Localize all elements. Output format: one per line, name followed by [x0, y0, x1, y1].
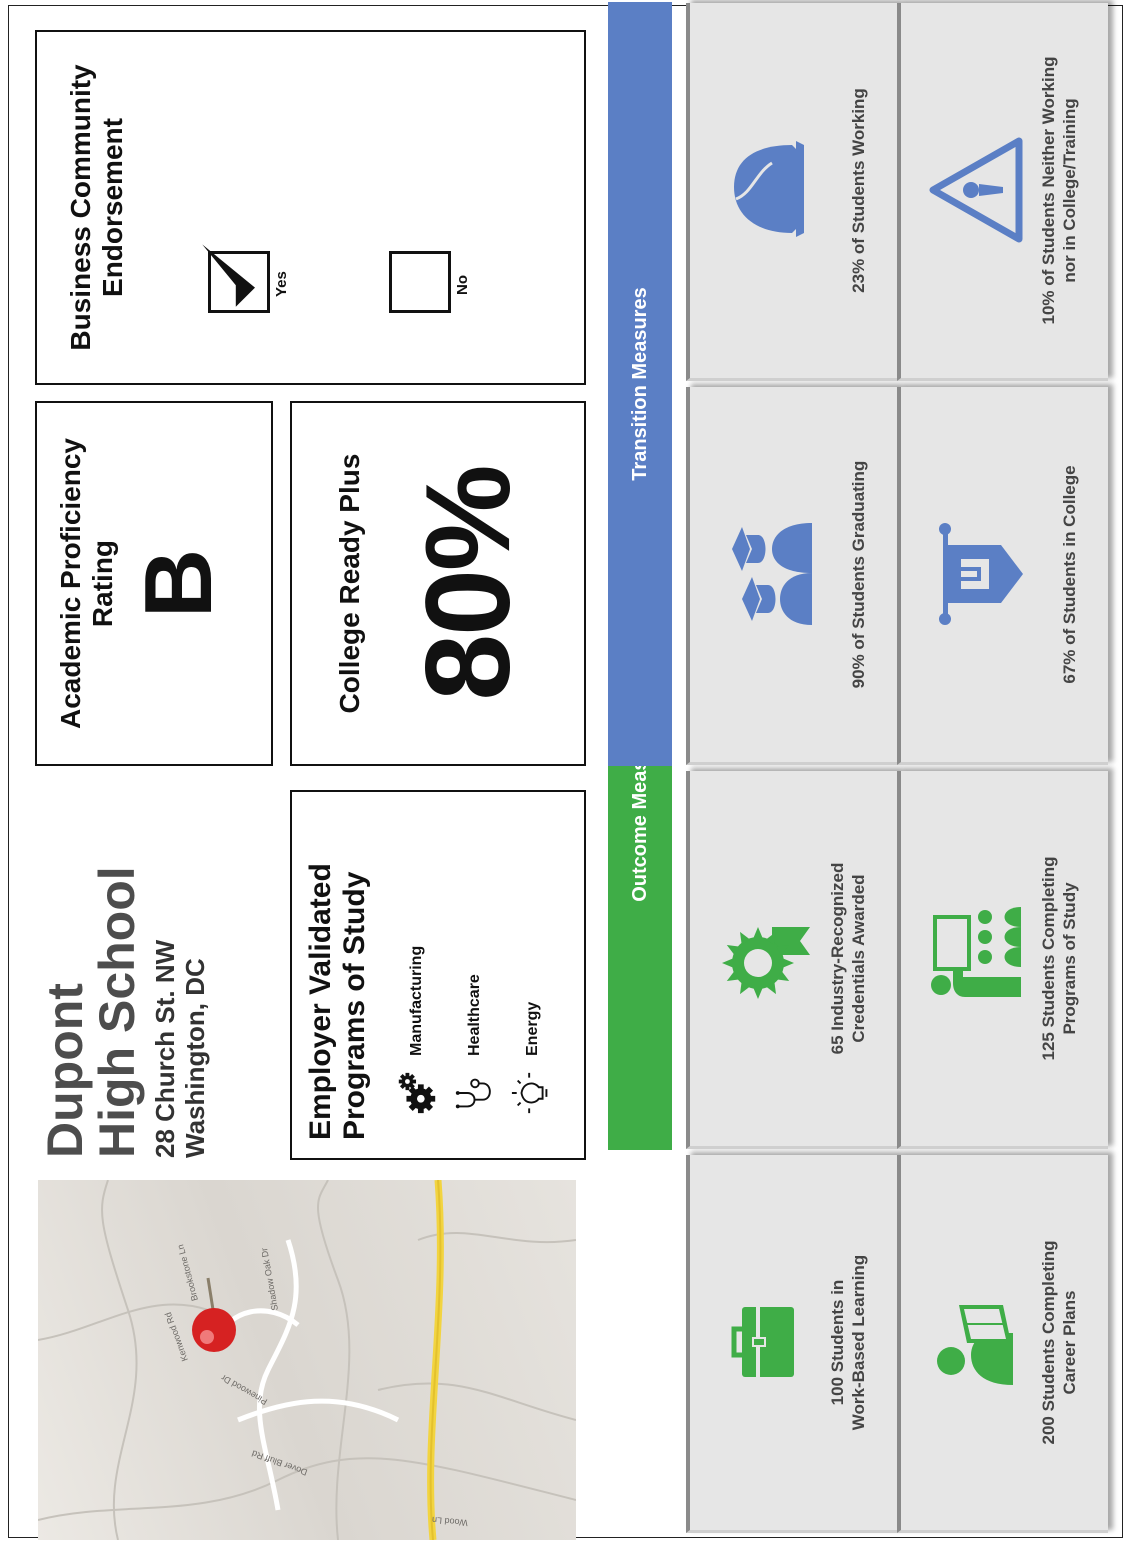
tile-label: 200 Students Completing Career Plans — [1038, 1163, 1080, 1522]
transition-tile-graduating: 90% of Students Graduating — [686, 387, 897, 765]
tile-label-line1: 125 Students Completing — [1039, 856, 1058, 1061]
hard-hat-icon — [734, 141, 804, 238]
tile-label: 23% of Students Working — [848, 11, 869, 370]
tile-label-line1: 67% of Students in College — [1060, 465, 1079, 684]
briefcase-icon — [731, 1307, 794, 1378]
map-street-label: Kenwood Rd — [163, 1311, 190, 1363]
school-location-map[interactable]: Dover Bluff Rd Pinewood Dr Brookstone Ln… — [38, 1180, 576, 1540]
tile-label: 100 Students in Work-Based Learning — [827, 1163, 869, 1522]
award-ribbon-icon — [722, 927, 810, 1000]
academic-rating-value: B — [125, 548, 232, 619]
academic-proficiency-box: Academic Proficiency Rating B — [35, 401, 273, 766]
classroom-icon — [931, 907, 1021, 998]
endorsement-yes-label: Yes — [273, 271, 290, 297]
program-item-energy: Energy — [508, 792, 558, 1116]
tile-label-line2: Career Plans — [1060, 1290, 1079, 1395]
school-address-line1: 28 Church St. NW — [150, 939, 180, 1158]
school-address-line2: Washington, DC — [180, 958, 210, 1158]
program-item-healthcare: Healthcare — [450, 792, 500, 1116]
outcome-tile-work-based-learning: 100 Students in Work-Based Learning — [686, 1155, 897, 1533]
college-banner-icon — [939, 523, 1023, 626]
tile-label: 10% of Students Neither Working nor in C… — [1038, 11, 1080, 370]
tile-label-line1: 200 Students Completing — [1039, 1240, 1058, 1445]
endorsement-no-label: No — [454, 275, 471, 295]
endorsement-title-line1: Business Community — [65, 64, 96, 351]
gears-icon — [398, 1072, 436, 1114]
tile-label-line1: 23% of Students Working — [849, 88, 868, 293]
business-endorsement-box: Business Community Endorsement Yes No — [35, 30, 586, 385]
tile-label-line2: Programs of Study — [1060, 882, 1079, 1035]
checkmark-icon — [202, 244, 255, 307]
academic-title-line1: Academic Proficiency — [55, 437, 86, 730]
programs-title-line2: Programs of Study — [338, 871, 371, 1140]
transition-tile-working: 23% of Students Working — [686, 3, 897, 381]
transition-tile-college: 67% of Students in College — [897, 387, 1108, 765]
map-street-label: Dover Bluff Rd — [250, 1448, 308, 1477]
student-reading-icon — [937, 1305, 1013, 1386]
program-label: Healthcare — [466, 974, 483, 1056]
graduates-icon — [732, 523, 812, 626]
outcome-tile-credentials: 65 Industry-Recognized Credentials Award… — [686, 771, 897, 1149]
program-label: Energy — [524, 1001, 541, 1056]
college-ready-box: College Ready Plus 80% — [290, 401, 586, 766]
tile-label: 65 Industry-Recognized Credentials Award… — [827, 779, 869, 1138]
tile-label-line1: 10% of Students Neither Working — [1039, 56, 1058, 325]
tile-label-line2: Work-Based Learning — [849, 1254, 868, 1431]
outcome-tile-career-plans: 200 Students Completing Career Plans — [897, 1155, 1108, 1533]
report-card: Dover Bluff Rd Pinewood Dr Brookstone Ln… — [0, 0, 1130, 1543]
school-name-line2: High School — [89, 866, 145, 1158]
map-street-label: Wood Ln — [432, 1515, 469, 1528]
academic-title-line2: Rating — [87, 539, 118, 628]
endorsement-title-line2: Endorsement — [97, 118, 128, 297]
tile-label-line1: 65 Industry-Recognized — [828, 862, 847, 1055]
tile-label: 90% of Students Graduating — [848, 395, 869, 754]
program-item-manufacturing: Manufacturing — [392, 792, 442, 1116]
transition-measures-header: Transition Measures — [608, 2, 672, 766]
map-street-label: Brookstone Ln — [175, 1243, 200, 1302]
school-header: Dupont High School 28 Church St. NW Wash… — [37, 758, 210, 1158]
college-ready-value: 80% — [401, 466, 535, 701]
school-name-line1: Dupont — [37, 983, 93, 1158]
endorsement-no-checkbox[interactable] — [389, 251, 451, 313]
endorsement-yes-checkbox[interactable] — [202, 244, 270, 313]
tile-label-line1: 100 Students in — [828, 1279, 847, 1406]
programs-title-line1: Employer Validated — [304, 863, 337, 1140]
programs-of-study-box: Employer Validated Programs of Study Man… — [290, 790, 586, 1160]
program-label: Manufacturing — [408, 945, 425, 1056]
stethoscope-icon — [455, 1078, 491, 1109]
lightbulb-icon — [511, 1072, 548, 1114]
college-ready-title: College Ready Plus — [334, 453, 365, 714]
tile-label: 67% of Students in College — [1059, 395, 1080, 754]
map-street-label: Shadow Oak Dr — [259, 1247, 280, 1311]
outcome-tile-programs-of-study: 125 Students Completing Programs of Stud… — [897, 771, 1108, 1149]
tile-label-line1: 90% of Students Graduating — [849, 460, 868, 689]
tile-label-line2: Credentials Awarded — [849, 874, 868, 1043]
warning-icon — [929, 138, 1023, 243]
tile-label-line2: nor in College/Training — [1060, 98, 1079, 283]
tile-label: 125 Students Completing Programs of Stud… — [1038, 779, 1080, 1138]
transition-tile-neither: 10% of Students Neither Working nor in C… — [897, 3, 1108, 381]
